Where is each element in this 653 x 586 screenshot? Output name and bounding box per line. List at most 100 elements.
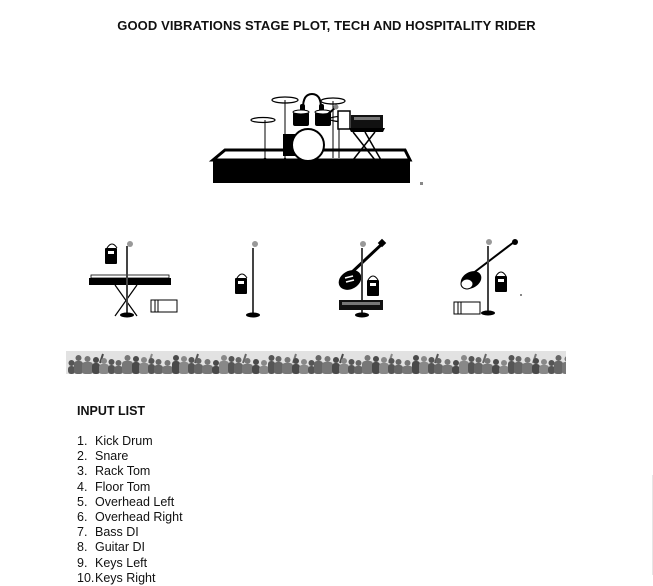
- document-title: GOOD VIBRATIONS STAGE PLOT, TECH AND HOS…: [117, 18, 536, 33]
- crowd-head: [508, 355, 515, 361]
- crowd-head: [444, 359, 451, 365]
- input-list: 1. Kick Drum 2. Snare 3. Rack Tom 4. Floor T…: [77, 434, 183, 586]
- crowd-head: [324, 356, 331, 362]
- crowd-head: [524, 357, 531, 363]
- crowd-body: [259, 366, 269, 374]
- crowd-body: [74, 361, 83, 374]
- crowd-body: [492, 365, 500, 374]
- crowd-head: [404, 360, 411, 366]
- crowd-body: [314, 361, 323, 374]
- crowd-body: [114, 366, 123, 374]
- crowd-head: [475, 357, 482, 363]
- crowd-head: [355, 360, 362, 366]
- crowd-head: [308, 360, 315, 366]
- crowd-head: [284, 357, 291, 363]
- crowd-body: [379, 363, 389, 374]
- headphones-icon: [300, 92, 324, 112]
- crowd-head: [75, 355, 82, 361]
- crowd-body: [442, 365, 453, 374]
- crowd-body: [539, 365, 549, 374]
- crowd-body: [139, 363, 149, 374]
- crowd-head: [141, 357, 147, 363]
- crowd-head: [555, 355, 562, 361]
- crowd-head: [364, 355, 371, 361]
- crowd-head: [461, 355, 467, 361]
- in-ear-pack-icon: [235, 273, 248, 294]
- crowd-body: [308, 366, 315, 374]
- crowd-body: [99, 364, 109, 374]
- crowd-head: [115, 360, 122, 366]
- input-list-item: 6. Overhead Right: [77, 510, 183, 525]
- crowd-body: [202, 365, 213, 374]
- crowd-body: [354, 366, 363, 374]
- crowd-head: [435, 358, 442, 364]
- crowd-head: [124, 355, 131, 361]
- crowd-head: [333, 357, 339, 363]
- crowd-body: [274, 362, 283, 374]
- crowd-body: [162, 366, 173, 374]
- crowd-head: [155, 359, 162, 365]
- guitar-position: [338, 238, 387, 318]
- crowd-head: [468, 356, 475, 362]
- crowd-head: [268, 355, 275, 361]
- crowd-body: [372, 362, 380, 374]
- crowd-body: [532, 364, 540, 374]
- crowd-body: [434, 364, 443, 374]
- crowd-head: [173, 355, 179, 361]
- crowd-body: [482, 364, 493, 374]
- crowd-head: [515, 356, 522, 362]
- crowd-body: [419, 362, 429, 374]
- resize-handle: [420, 182, 423, 185]
- input-list-item: 9. Keys Left: [77, 555, 148, 570]
- crowd-body: [468, 362, 475, 374]
- crowd-head: [484, 358, 491, 364]
- input-list-item: 5. Overhead Left: [77, 494, 175, 509]
- input-list-item: 10.Keys Right: [77, 570, 156, 585]
- audience-crowd-image: [66, 351, 566, 374]
- crowd-head: [164, 360, 171, 366]
- crowd-body: [348, 365, 355, 374]
- crowd-body: [82, 362, 93, 374]
- crowd-body: [132, 362, 140, 374]
- crowd-head: [133, 356, 139, 362]
- crowd-body: [242, 364, 253, 374]
- pedalboard-icon: [339, 300, 383, 310]
- crowd-body: [562, 362, 566, 374]
- input-list-item: 2. Snare: [77, 449, 129, 464]
- crowd-body: [394, 365, 403, 374]
- mic-stand-icon: [481, 239, 495, 316]
- crowd-head: [275, 356, 282, 362]
- crowd-head: [181, 356, 187, 362]
- crowd-body: [522, 363, 533, 374]
- crowd-body: [402, 366, 413, 374]
- input-list-heading: INPUT LIST: [77, 404, 146, 418]
- crowd-head: [108, 359, 115, 365]
- crowd-head: [395, 359, 402, 365]
- crowd-head: [84, 356, 91, 362]
- crowd-body: [459, 361, 469, 374]
- in-ear-pack-icon: [367, 275, 379, 296]
- crowd-head: [413, 355, 419, 361]
- crowd-body: [188, 363, 195, 374]
- crowd-head: [148, 358, 155, 364]
- crowd-body: [212, 366, 220, 374]
- kick-drum-icon: [291, 128, 325, 162]
- input-list-item: 3. Rack Tom: [77, 464, 151, 479]
- crowd-body: [234, 363, 243, 374]
- crowd-head: [213, 360, 219, 366]
- crowd-head: [228, 356, 235, 362]
- crowd-head: [188, 357, 195, 363]
- drum-riser-diagram: [208, 92, 423, 185]
- crowd-body: [68, 366, 75, 374]
- crowd-head: [195, 358, 202, 364]
- crowd-body: [172, 361, 180, 374]
- crowd-head: [493, 359, 499, 365]
- crowd-body: [154, 365, 163, 374]
- crowd-body: [122, 361, 133, 374]
- crowd-body: [428, 363, 435, 374]
- crowd-body: [179, 362, 189, 374]
- in-ear-pack-icon: [105, 243, 118, 264]
- crowd-head: [348, 359, 355, 365]
- crowd-head: [381, 357, 387, 363]
- crowd-head: [533, 358, 539, 364]
